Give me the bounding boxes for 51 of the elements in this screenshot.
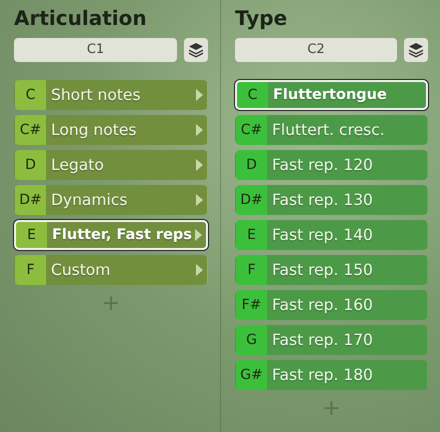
note-key: D — [15, 157, 46, 173]
item-label: Legato — [50, 156, 105, 174]
layers-icon[interactable] — [184, 38, 208, 62]
list-item[interactable]: D Legato — [14, 150, 208, 180]
list-item[interactable]: D# Fast rep. 130 — [235, 185, 428, 215]
note-key: D — [236, 157, 267, 173]
layers-icon[interactable] — [404, 38, 428, 62]
column-title: Type — [235, 6, 288, 32]
list-item[interactable]: G# Fast rep. 180 — [235, 360, 428, 390]
note-key: D# — [236, 192, 267, 208]
item-label: Fast rep. 180 — [271, 366, 374, 384]
list-item[interactable]: E Fast rep. 140 — [235, 220, 428, 250]
note-key: D# — [15, 192, 46, 208]
item-label: Fluttert. cresc. — [271, 121, 386, 139]
list-item[interactable]: D Fast rep. 120 — [235, 150, 428, 180]
list-item[interactable]: F# Fast rep. 160 — [235, 290, 428, 320]
note-key: G — [236, 332, 267, 348]
note-key: F# — [236, 297, 267, 313]
item-label: Fast rep. 120 — [271, 156, 374, 174]
list-item[interactable]: D# Dynamics — [14, 185, 208, 215]
list-item[interactable]: C Fluttertongue — [235, 80, 428, 110]
list-item[interactable]: F Fast rep. 150 — [235, 255, 428, 285]
column-title: Articulation — [14, 6, 148, 32]
list-item[interactable]: E Flutter, Fast reps — [14, 220, 208, 250]
note-key: G# — [236, 367, 267, 383]
item-label: Custom — [50, 261, 112, 279]
item-label: Fast rep. 130 — [271, 191, 374, 209]
list-item[interactable]: F Custom — [14, 255, 208, 285]
note-key: F — [236, 262, 267, 278]
item-label: Fast rep. 140 — [271, 226, 374, 244]
item-label: Fast rep. 150 — [271, 261, 374, 279]
note-key: E — [236, 227, 267, 243]
list-item[interactable]: C# Long notes — [14, 115, 208, 145]
note-key: F — [15, 262, 46, 278]
note-key: C — [15, 87, 46, 103]
note-key: E — [16, 227, 47, 243]
item-label: Dynamics — [50, 191, 128, 209]
item-label: Fast rep. 170 — [271, 331, 374, 349]
item-label: Fast rep. 160 — [271, 296, 374, 314]
list-item[interactable]: C Short notes — [14, 80, 208, 110]
note-key: C# — [15, 122, 46, 138]
note-key: C# — [236, 122, 267, 138]
item-label: Short notes — [50, 86, 142, 104]
preset-field[interactable]: C1 — [14, 38, 177, 62]
preset-field[interactable]: C2 — [235, 38, 397, 62]
item-label: Flutter, Fast reps — [51, 227, 193, 243]
list-item[interactable]: C# Fluttert. cresc. — [235, 115, 428, 145]
note-key: C — [237, 87, 268, 103]
item-label: Long notes — [50, 121, 138, 139]
item-label: Fluttertongue — [272, 87, 388, 103]
list-item[interactable]: G Fast rep. 170 — [235, 325, 428, 355]
